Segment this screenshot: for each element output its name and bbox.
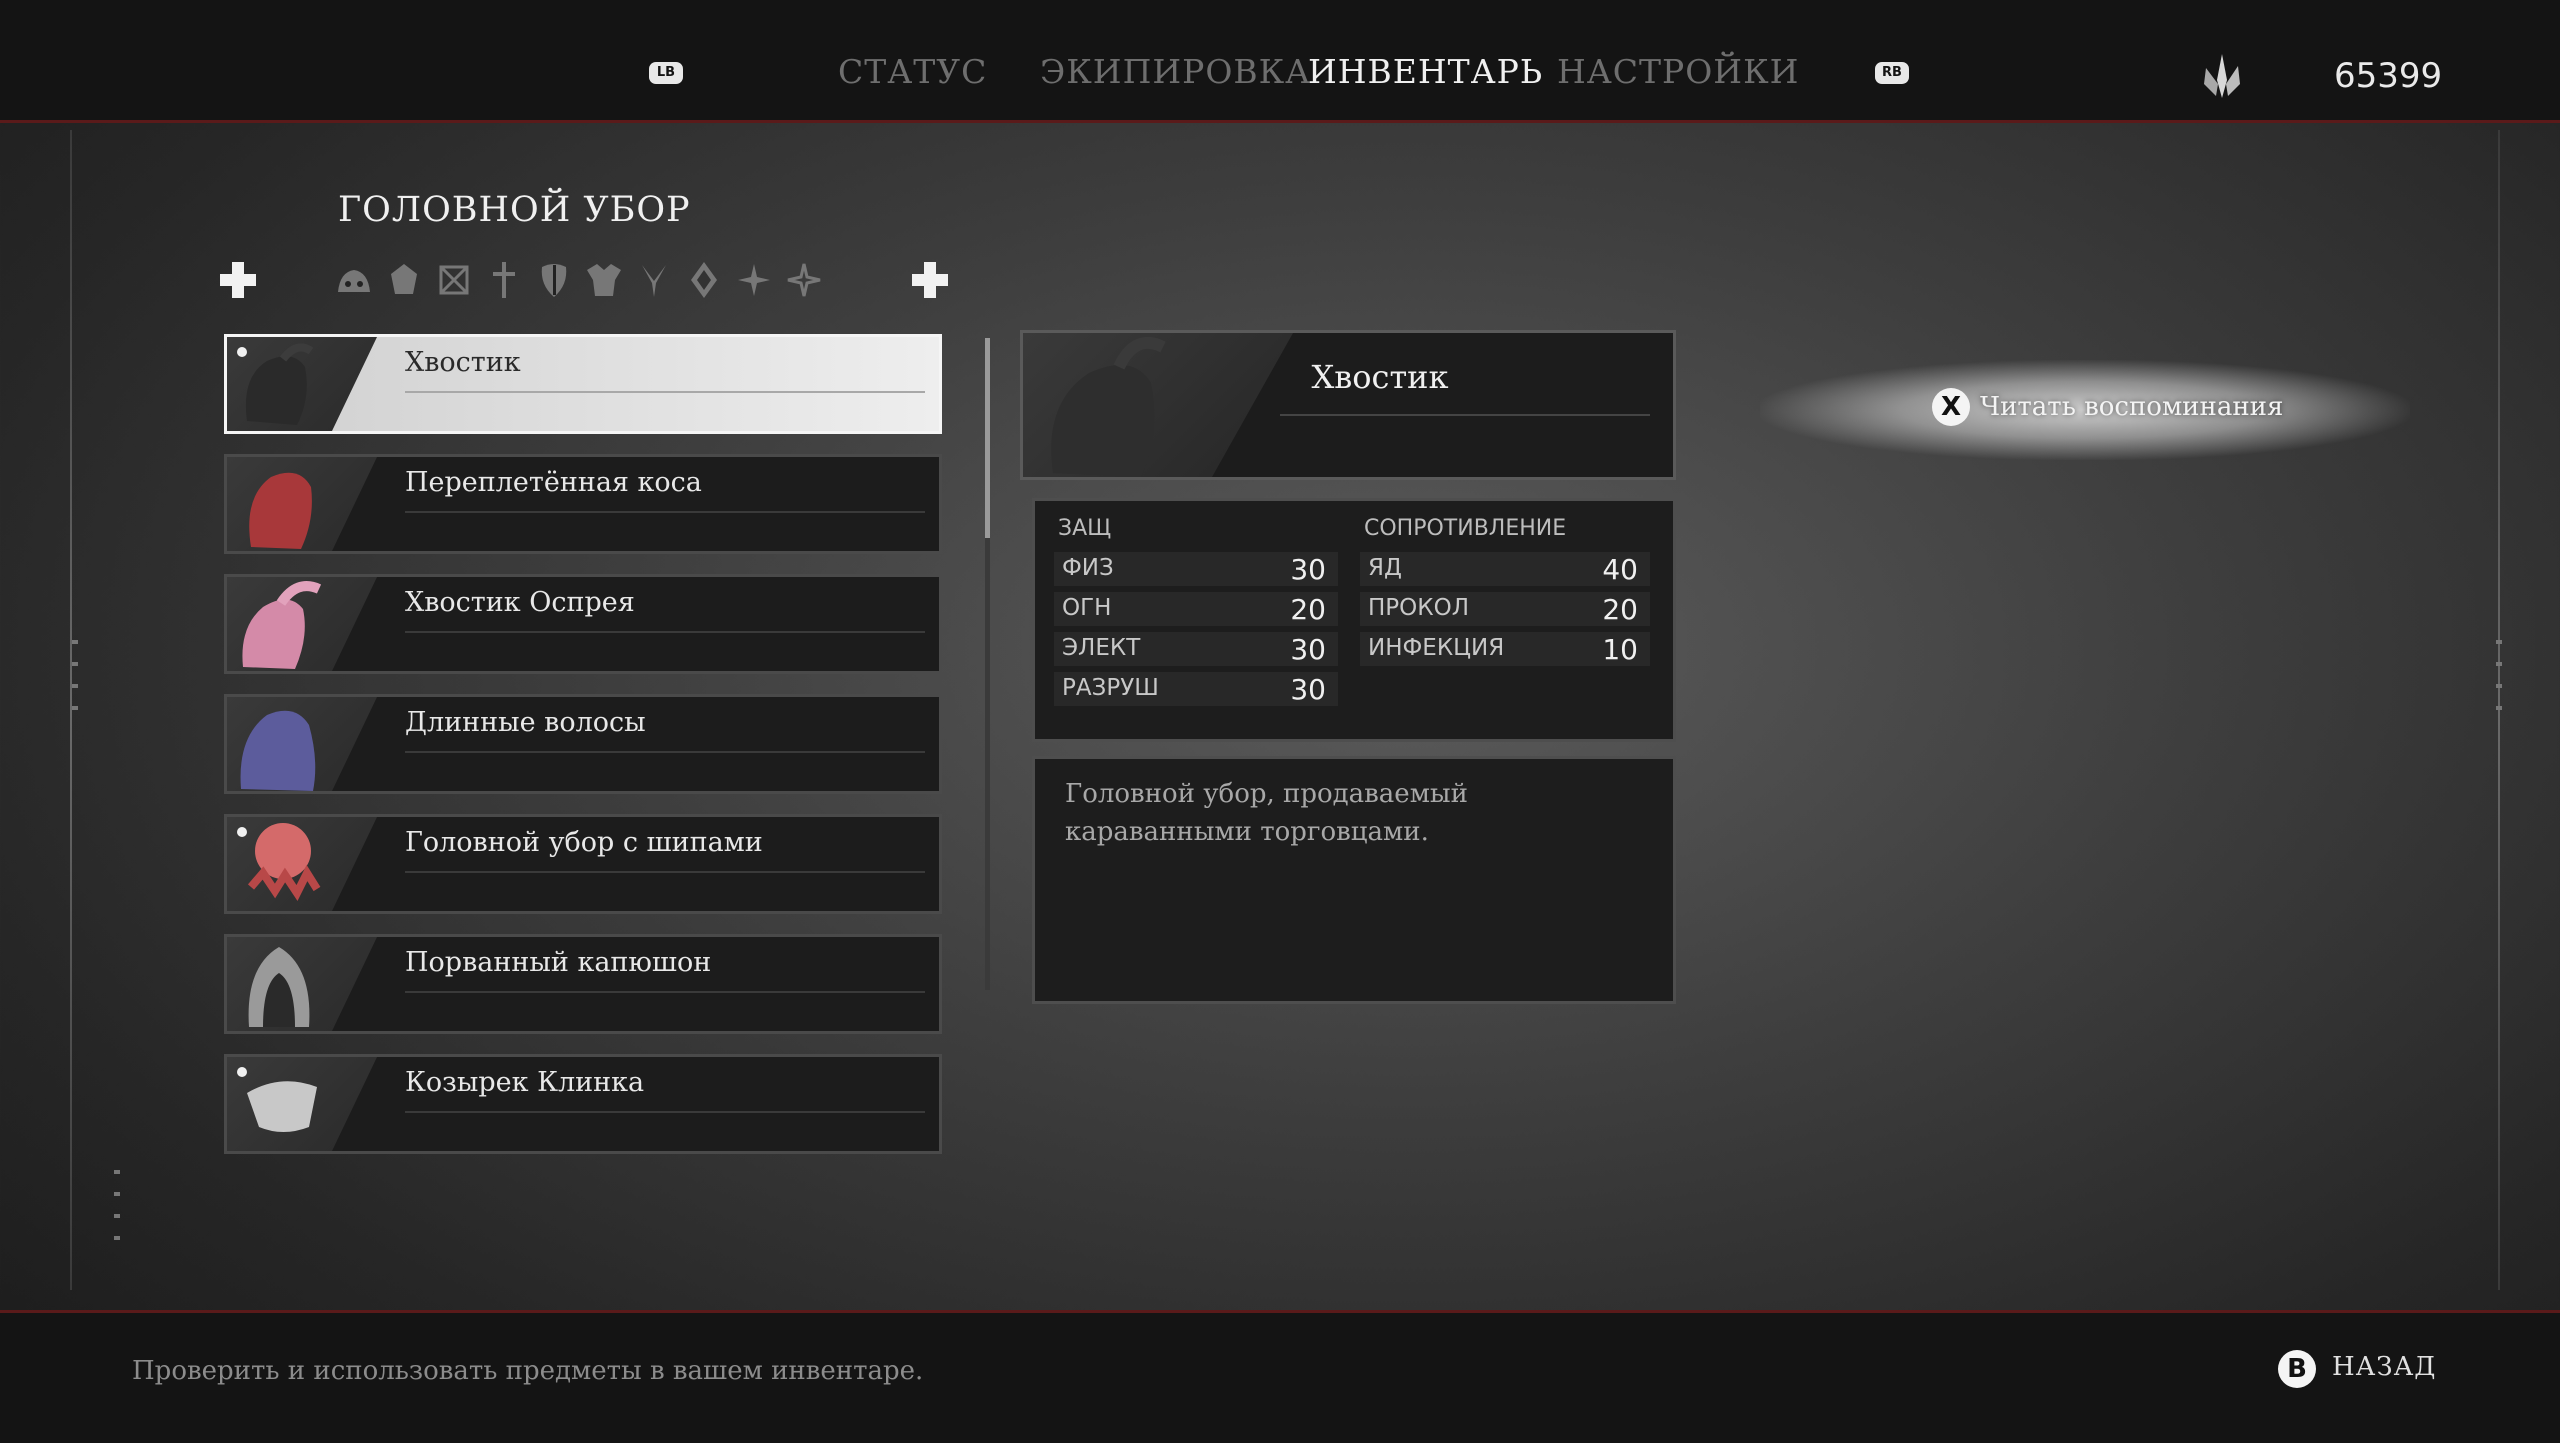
new-item-dot	[237, 347, 247, 357]
stat-value: 30	[1290, 553, 1326, 586]
list-item[interactable]: Переплетённая коса	[224, 454, 942, 554]
crossed-box-icon[interactable]	[434, 258, 474, 302]
tab-equipment[interactable]: ЭКИПИРОВКА	[1040, 52, 1311, 91]
detail-item-name: Хвостик	[1311, 358, 1449, 396]
frame-dots-left-lower	[114, 1170, 120, 1250]
frame-dots-left	[72, 640, 78, 720]
item-underline	[405, 991, 925, 993]
gem-icon[interactable]	[384, 258, 424, 302]
armor-icon[interactable]	[584, 258, 624, 302]
prev-category-plus-icon[interactable]	[220, 262, 256, 298]
new-item-dot	[237, 1067, 247, 1077]
item-description: Головной убор, продаваемый караванными т…	[1065, 779, 1468, 847]
list-scrollbar[interactable]	[985, 338, 990, 990]
read-memories-action[interactable]: Читать воспоминания	[1980, 392, 2283, 422]
item-name: Порванный капюшон	[405, 947, 712, 978]
detail-divider	[1280, 414, 1650, 416]
item-name: Хвостик Оспрея	[405, 587, 635, 618]
ponytail-gray-icon	[1023, 333, 1293, 477]
item-name: Переплетённая коса	[405, 467, 702, 498]
long-hair-blue-icon	[227, 697, 377, 791]
stat-value: 20	[1602, 593, 1638, 626]
ponytail-gray-icon	[227, 337, 377, 431]
item-name: Головной убор с шипами	[405, 827, 763, 858]
resistance-header: СОПРОТИВЛЕНИЕ	[1364, 516, 1567, 541]
currency-amount: 65399	[2334, 56, 2443, 96]
description-panel: Головной убор, продаваемый караванными т…	[1032, 756, 1676, 1004]
list-item[interactable]: Длинные волосы	[224, 694, 942, 794]
list-item[interactable]: Хвостик Оспрея	[224, 574, 942, 674]
b-button-icon[interactable]: B	[2278, 1350, 2316, 1388]
stat-value: 30	[1290, 673, 1326, 706]
stat-value: 20	[1290, 593, 1326, 626]
detail-header-panel	[1020, 330, 1676, 480]
item-underline	[405, 1111, 925, 1113]
diamond-icon[interactable]	[684, 258, 724, 302]
braid-red-icon	[227, 457, 377, 551]
stat-label: ОГН	[1062, 595, 1112, 621]
tab-inventory[interactable]: ИНВЕНТАРЬ	[1308, 52, 1543, 91]
item-underline	[405, 391, 925, 393]
defense-header: ЗАЩ	[1058, 516, 1112, 541]
category-title: ГОЛОВНОЙ УБОР	[338, 190, 691, 230]
item-name: Хвостик	[405, 347, 521, 378]
stat-row-poison: ЯД 40	[1360, 552, 1650, 586]
item-underline	[405, 511, 925, 513]
new-item-dot	[237, 827, 247, 837]
skull-helm-icon[interactable]	[334, 258, 374, 302]
stat-value: 40	[1602, 553, 1638, 586]
tab-settings[interactable]: НАСТРОЙКИ	[1557, 52, 1799, 91]
claw-icon[interactable]	[634, 258, 674, 302]
stat-row-fire: ОГН 20	[1054, 592, 1338, 626]
ponytail-pink-icon	[227, 577, 377, 671]
stat-label: ЭЛЕКТ	[1062, 635, 1141, 661]
torn-hood-icon	[227, 937, 377, 1031]
list-item[interactable]: Козырек Клинка	[224, 1054, 942, 1154]
scrollbar-thumb[interactable]	[985, 338, 990, 538]
lb-bumper-icon[interactable]: LB	[649, 62, 683, 84]
stat-row-pierce: ПРОКОЛ 20	[1360, 592, 1650, 626]
stat-row-elec: ЭЛЕКТ 30	[1054, 632, 1338, 666]
list-item[interactable]: Порванный капюшон	[224, 934, 942, 1034]
visor-icon	[227, 1057, 377, 1151]
stat-row-destruct: РАЗРУШ 30	[1054, 672, 1338, 706]
list-item[interactable]: Головной убор с шипами	[224, 814, 942, 914]
frame-dots-right	[2496, 640, 2502, 720]
back-button[interactable]: НАЗАД	[2332, 1352, 2436, 1382]
stat-label: ФИЗ	[1062, 555, 1114, 581]
stat-value: 10	[1602, 633, 1638, 666]
next-category-plus-icon[interactable]	[912, 262, 948, 298]
footer-hint: Проверить и использовать предметы в ваше…	[132, 1356, 924, 1386]
tab-status[interactable]: СТАТУС	[838, 52, 987, 91]
list-item[interactable]: Хвостик	[224, 334, 942, 434]
filter-icon-row	[334, 258, 824, 302]
sword-icon[interactable]	[484, 258, 524, 302]
stat-row-infection: ИНФЕКЦИЯ 10	[1360, 632, 1650, 666]
item-name: Длинные волосы	[405, 707, 646, 738]
item-underline	[405, 751, 925, 753]
stat-label: РАЗРУШ	[1062, 675, 1159, 701]
stat-label: ПРОКОЛ	[1368, 595, 1469, 621]
stat-value: 30	[1290, 633, 1326, 666]
x-button-icon[interactable]: X	[1932, 388, 1970, 426]
stat-row-phys: ФИЗ 30	[1054, 552, 1338, 586]
rb-bumper-icon[interactable]: RB	[1875, 62, 1909, 84]
mask-icon[interactable]	[534, 258, 574, 302]
item-underline	[405, 631, 925, 633]
stat-label: ИНФЕКЦИЯ	[1368, 635, 1505, 661]
sparkle-icon[interactable]	[784, 258, 824, 302]
haze-crystal-icon	[2204, 54, 2240, 98]
stat-label: ЯД	[1368, 555, 1402, 581]
item-underline	[405, 871, 925, 873]
spiked-head-icon	[227, 817, 377, 911]
item-name: Козырек Клинка	[405, 1067, 645, 1098]
star-icon[interactable]	[734, 258, 774, 302]
